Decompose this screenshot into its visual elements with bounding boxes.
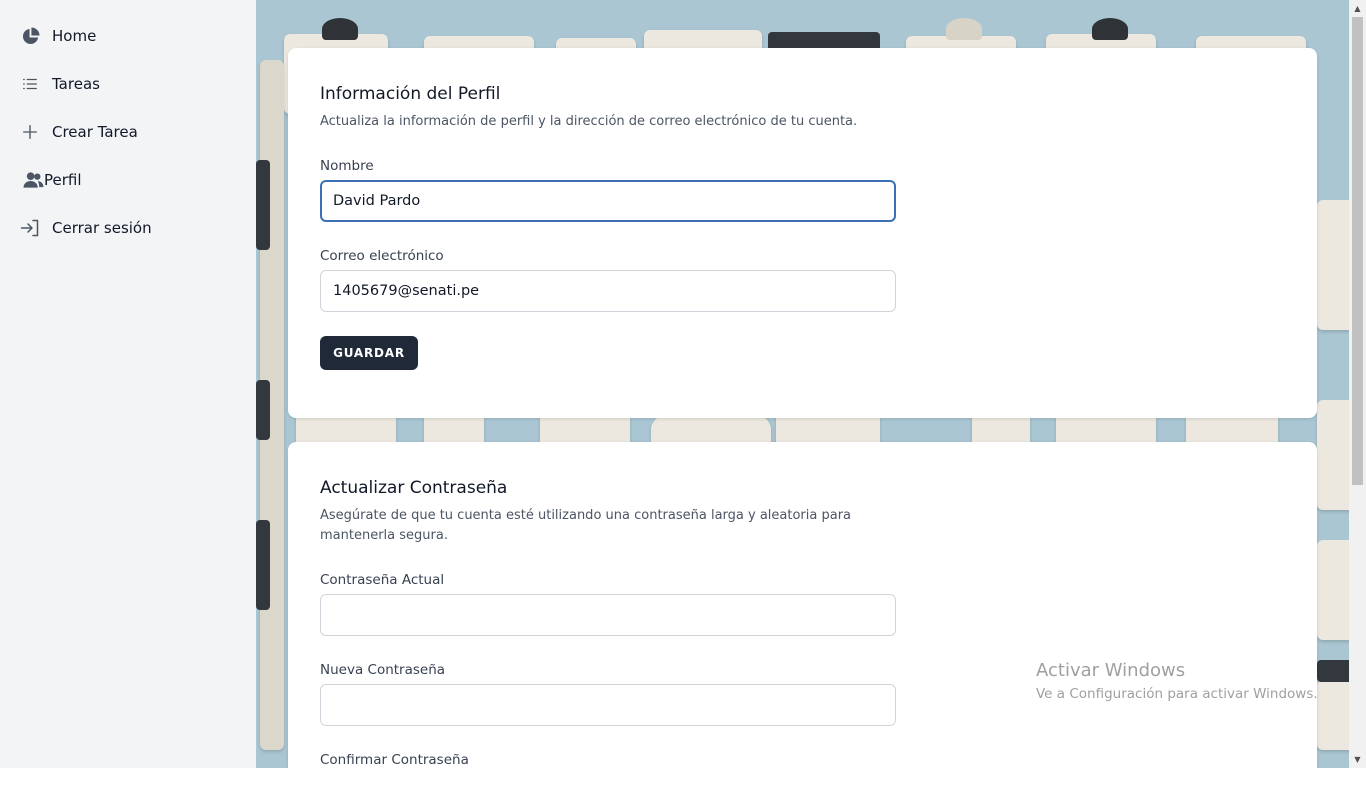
current-password-input[interactable] <box>320 594 896 636</box>
users-icon <box>23 170 44 190</box>
save-button[interactable]: GUARDAR <box>320 336 418 370</box>
background-clip <box>322 18 358 40</box>
profile-info-title: Información del Perfil <box>320 84 501 104</box>
profile-info-card: Información del Perfil Actualiza la info… <box>288 48 1317 418</box>
background-figure <box>1317 540 1349 640</box>
scroll-down-arrow-icon[interactable]: ▼ <box>1349 751 1366 768</box>
new-password-input[interactable] <box>320 684 896 726</box>
sidebar-item-crear-tarea[interactable]: Crear Tarea <box>20 120 138 144</box>
vertical-scrollbar[interactable]: ▲ ▼ <box>1349 0 1366 768</box>
background-figure <box>1317 200 1349 330</box>
profile-info-description: Actualiza la información de perfil y la … <box>320 114 858 129</box>
sidebar-item-label: Home <box>52 27 97 45</box>
new-password-label: Nueva Contraseña <box>320 662 446 678</box>
logout-icon <box>20 218 40 238</box>
background-clip <box>1092 18 1128 40</box>
sidebar-item-label: Cerrar sesión <box>52 219 152 237</box>
sidebar-item-label: Tareas <box>52 75 100 93</box>
name-input[interactable] <box>320 180 896 222</box>
email-input[interactable] <box>320 270 896 312</box>
background-dark-strip <box>256 160 270 250</box>
sidebar: Home Tareas Crear Tarea Perfil Cerrar se… <box>0 0 256 768</box>
plus-icon <box>20 122 40 142</box>
background-dark-strip <box>256 380 270 440</box>
background-clip <box>946 18 982 40</box>
list-icon <box>20 74 40 94</box>
scrollbar-thumb[interactable] <box>1352 17 1363 485</box>
current-password-label: Contraseña Actual <box>320 572 445 588</box>
background-calculator <box>1317 680 1349 750</box>
update-password-description: Asegúrate de que tu cuenta esté utilizan… <box>320 508 852 543</box>
sidebar-item-cerrar-sesion[interactable]: Cerrar sesión <box>20 216 152 240</box>
sidebar-item-perfil[interactable]: Perfil <box>23 168 82 192</box>
sidebar-item-tareas[interactable]: Tareas <box>20 72 100 96</box>
activation-watermark-subtitle: Ve a Configuración para activar Windows. <box>1036 686 1318 702</box>
background-calculator-screen <box>1317 660 1349 682</box>
sidebar-item-label: Crear Tarea <box>52 123 138 141</box>
bottom-strip <box>0 768 1366 810</box>
pie-chart-icon <box>20 26 40 46</box>
sidebar-item-home[interactable]: Home <box>20 24 96 48</box>
update-password-title: Actualizar Contraseña <box>320 478 508 498</box>
email-label: Correo electrónico <box>320 248 444 264</box>
background-checklist <box>1317 400 1349 510</box>
scroll-up-arrow-icon[interactable]: ▲ <box>1349 0 1366 17</box>
update-password-card: Actualizar Contraseña Asegúrate de que t… <box>288 442 1317 782</box>
sidebar-item-label: Perfil <box>44 171 82 189</box>
background-dark-strip <box>256 520 270 610</box>
activation-watermark-title: Activar Windows <box>1036 660 1186 681</box>
confirm-password-label: Confirmar Contraseña <box>320 752 469 768</box>
name-label: Nombre <box>320 158 374 174</box>
